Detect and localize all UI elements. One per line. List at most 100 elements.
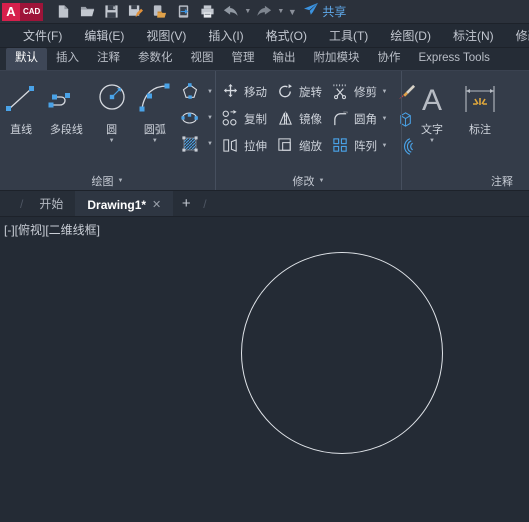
redo-icon[interactable] (253, 1, 275, 23)
tab-separator-left: / (20, 196, 24, 211)
draw-arc-dropdown-caret[interactable]: ▼ (152, 137, 158, 146)
draw-arc-button[interactable]: 圆弧 ▼ (133, 74, 177, 146)
ribbon-tab-view[interactable]: 视图 (182, 48, 223, 70)
modify-rotate-button[interactable]: 旋转 (271, 78, 326, 105)
draw-ellipse-button[interactable]: ▼ (177, 105, 215, 131)
menu-item-tools[interactable]: 工具(T) (318, 24, 379, 47)
ribbon-tab-home[interactable]: 默认 (6, 48, 47, 70)
logo-a-mark: A (2, 2, 20, 21)
draw-small-tools: ▼ ▼ ▼ (177, 74, 215, 157)
export-icon[interactable] (148, 1, 170, 23)
undo-dropdown-caret[interactable]: ▼ (243, 1, 252, 23)
save-icon[interactable] (100, 1, 122, 23)
hatch-icon (177, 134, 203, 154)
annotation-dimension-button[interactable]: 标注 (456, 74, 504, 137)
drawing-canvas[interactable]: [-][俯视][二维线框] (0, 217, 529, 520)
modify-panel-expand-caret[interactable]: ▼ (319, 178, 325, 184)
ribbon-tab-annotate[interactable]: 注释 (88, 48, 129, 70)
customize-qat-caret[interactable]: ▼ (285, 1, 299, 23)
copy-icon (220, 110, 241, 127)
annotation-panel-title-row[interactable]: 注释 (402, 172, 529, 190)
open-folder-icon[interactable] (76, 1, 98, 23)
draw-circle-button[interactable]: 圆 ▼ (90, 74, 132, 146)
modify-mirror-button[interactable]: 镜像 (271, 105, 326, 132)
annotation-text-dropdown-caret[interactable]: ▼ (429, 137, 435, 146)
ribbon-panel-draw: 直线 多段线 圆 ▼ 圆弧 ▼ ▼ ▼ ▼ 绘图 ▼ (0, 71, 215, 190)
ribbon-tab-parametric[interactable]: 参数化 (129, 48, 182, 70)
menu-item-dimension[interactable]: 标注(N) (442, 24, 505, 47)
modify-trim-button[interactable]: 修剪 ▼ (326, 78, 393, 105)
modify-panel-title-row[interactable]: 修改 ▼ (216, 172, 401, 190)
modify-fillet-button[interactable]: 圆角 ▼ (326, 105, 393, 132)
close-icon[interactable]: ✕ (152, 198, 161, 211)
modify-stretch-button[interactable]: 拉伸 (216, 132, 271, 159)
modify-fillet-dropdown-caret[interactable]: ▼ (380, 116, 389, 122)
modify-rotate-label: 旋转 (299, 86, 322, 99)
modify-scale-button[interactable]: 缩放 (271, 132, 326, 159)
modify-trim-dropdown-caret[interactable]: ▼ (380, 89, 389, 95)
viewport-controls-label[interactable]: [-][俯视][二维线框] (4, 221, 100, 238)
draw-ellipse-dropdown-caret[interactable]: ▼ (205, 115, 215, 121)
draw-panel-expand-caret[interactable]: ▼ (118, 178, 124, 184)
ribbon-panels: 直线 多段线 圆 ▼ 圆弧 ▼ ▼ ▼ ▼ 绘图 ▼ 移动 旋转 修剪 ▼ 复制… (0, 71, 529, 191)
save-as-icon[interactable] (124, 1, 146, 23)
redo-dropdown-caret[interactable]: ▼ (276, 1, 285, 23)
document-tab-start[interactable]: 开始 (27, 191, 75, 216)
draw-polygon-dropdown-caret[interactable]: ▼ (205, 89, 215, 95)
draw-line-button[interactable]: 直线 (0, 74, 42, 137)
circle-icon (94, 78, 130, 120)
dimension-icon (461, 78, 499, 120)
ribbon-tab-manage[interactable]: 管理 (223, 48, 264, 70)
annotation-text-label: 文字 (421, 124, 443, 136)
array-icon (330, 137, 351, 154)
share-button[interactable]: 共享 (303, 2, 346, 21)
modify-array-dropdown-caret[interactable]: ▼ (380, 143, 389, 149)
logo-cad-text: CAD (20, 2, 44, 21)
modify-fillet-label: 圆角 (354, 113, 377, 126)
draw-polygon-button[interactable]: ▼ (177, 79, 215, 105)
menu-item-modify[interactable]: 修改(M) (505, 24, 529, 47)
menu-item-view[interactable]: 视图(V) (135, 24, 197, 47)
polyline-icon (46, 78, 86, 120)
share-label: 共享 (322, 5, 347, 19)
draw-polyline-button[interactable]: 多段线 (42, 74, 90, 137)
modify-array-button[interactable]: 阵列 ▼ (326, 132, 393, 159)
cloud-save-icon[interactable] (172, 1, 194, 23)
modify-copy-button[interactable]: 复制 (216, 105, 271, 132)
print-icon[interactable] (196, 1, 218, 23)
ribbon-tab-collaborate[interactable]: 协作 (369, 48, 410, 70)
new-file-icon[interactable] (52, 1, 74, 23)
draw-panel-title-row[interactable]: 绘图 ▼ (0, 172, 215, 190)
ribbon-tab-output[interactable]: 输出 (264, 48, 305, 70)
svg-text:A: A (422, 84, 442, 117)
arc-icon (136, 78, 174, 120)
menu-item-draw[interactable]: 绘图(D) (379, 24, 442, 47)
draw-hatch-dropdown-caret[interactable]: ▼ (205, 141, 215, 147)
menu-item-format[interactable]: 格式(O) (255, 24, 318, 47)
menu-bar: 文件(F) 编辑(E) 视图(V) 插入(I) 格式(O) 工具(T) 绘图(D… (0, 24, 529, 48)
menu-item-edit[interactable]: 编辑(E) (73, 24, 135, 47)
menu-item-file[interactable]: 文件(F) (12, 24, 73, 47)
text-icon: A (414, 78, 450, 120)
annotation-text-button[interactable]: A 文字 ▼ (408, 74, 456, 146)
app-logo[interactable]: A CAD (2, 2, 44, 21)
draw-circle-dropdown-caret[interactable]: ▼ (109, 137, 115, 146)
ribbon-tab-insert[interactable]: 插入 (47, 48, 88, 70)
new-document-tab-button[interactable]: + (173, 191, 199, 216)
quick-access-toolbar: A CAD ▼ ▼ ▼ 共享 (0, 0, 529, 24)
modify-array-label: 阵列 (354, 140, 377, 153)
drawn-circle[interactable] (241, 252, 443, 454)
modify-copy-label: 复制 (244, 113, 267, 126)
draw-hatch-button[interactable]: ▼ (177, 131, 215, 157)
document-tab-drawing1[interactable]: Drawing1* ✕ (75, 191, 174, 216)
fillet-icon (330, 110, 351, 127)
rotate-icon (275, 83, 296, 100)
ribbon-tab-express-tools[interactable]: Express Tools (410, 48, 499, 70)
ribbon-tab-addins[interactable]: 附加模块 (305, 48, 369, 70)
modify-move-button[interactable]: 移动 (216, 78, 271, 105)
draw-arc-label: 圆弧 (143, 124, 166, 136)
modify-trim-label: 修剪 (354, 86, 377, 99)
document-tab-start-label: 开始 (39, 197, 64, 211)
undo-icon[interactable] (220, 1, 242, 23)
menu-item-insert[interactable]: 插入(I) (197, 24, 254, 47)
